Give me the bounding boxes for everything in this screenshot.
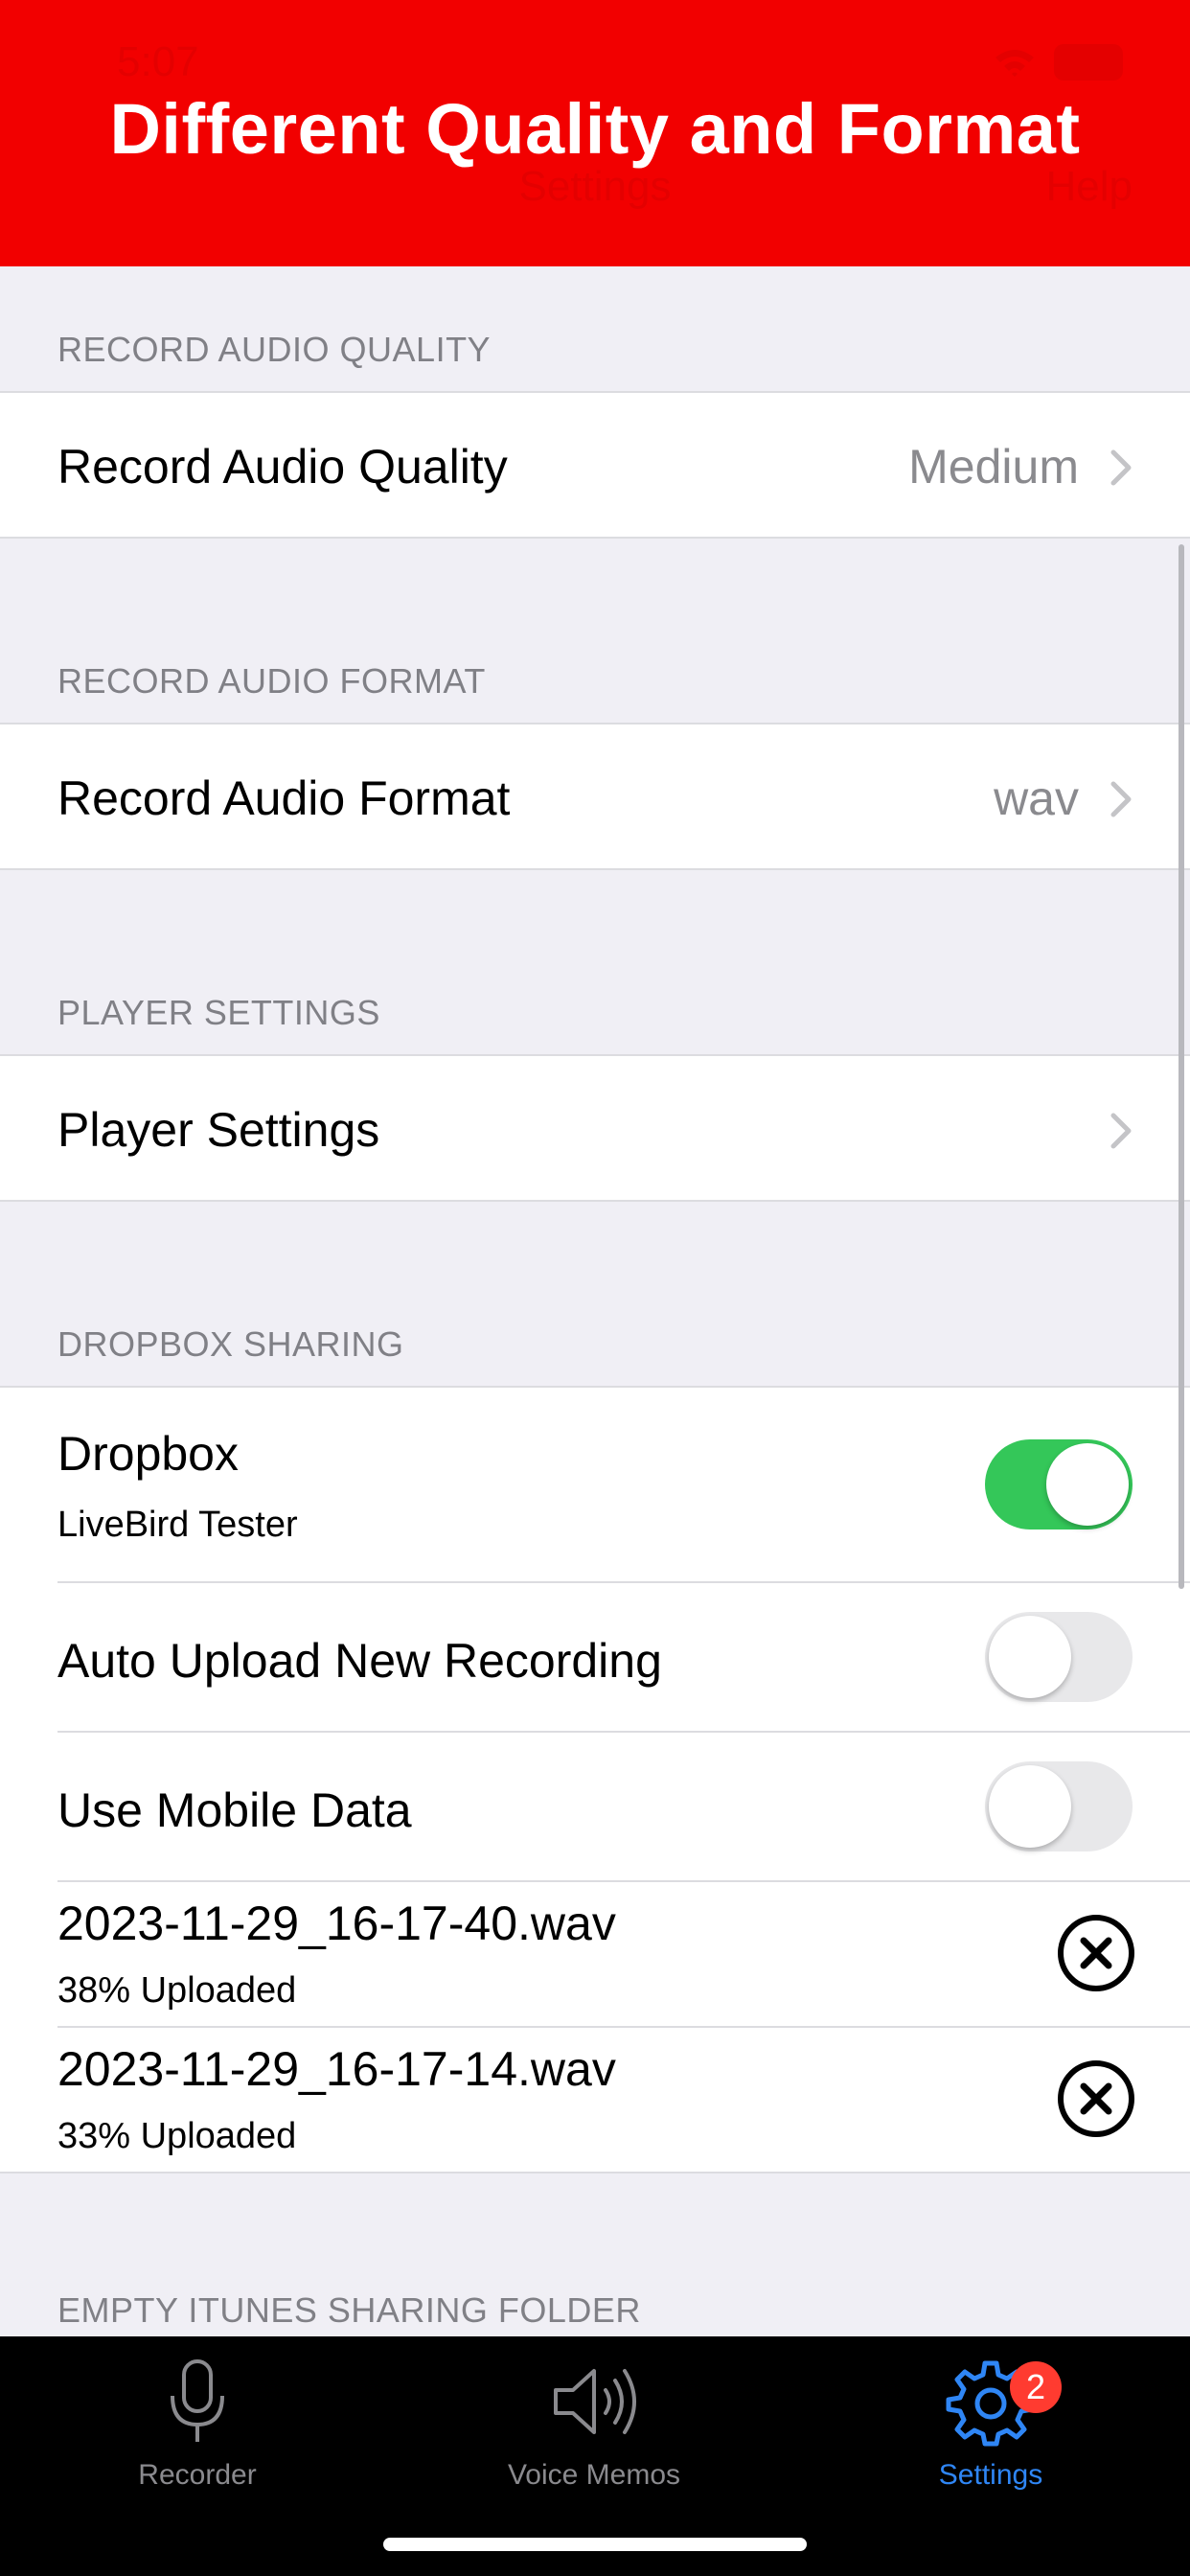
chevron-right-icon <box>1110 781 1132 817</box>
row-title: Record Audio Quality <box>57 440 508 494</box>
battery-icon <box>1054 44 1123 80</box>
wifi-icon <box>995 50 1034 77</box>
chevron-right-icon <box>1110 1113 1132 1149</box>
settings-list[interactable]: RECORD AUDIO QUALITY Record Audio Qualit… <box>0 266 1190 2336</box>
auto-upload-row: Auto Upload New Recording <box>0 1583 1190 1733</box>
mobile-data-title: Use Mobile Data <box>57 1783 412 1837</box>
row-title: Player Settings <box>57 1103 380 1157</box>
upload-item: 2023-11-29_16-17-14.wav 33% Uploaded <box>0 2028 1190 2172</box>
upload-item: 2023-11-29_16-17-40.wav 38% Uploaded <box>0 1882 1190 2028</box>
status-time: 5:07 <box>117 38 199 85</box>
tab-recorder[interactable]: Recorder <box>54 2354 341 2507</box>
cancel-upload-icon[interactable] <box>1056 1913 1136 1993</box>
dropbox-title: Dropbox <box>57 1427 239 1481</box>
tab-label: Settings <box>938 2459 1043 2491</box>
group-dropbox: Dropbox LiveBird Tester Auto Upload New … <box>0 1386 1190 2174</box>
notification-badge: 2 <box>1010 2361 1062 2413</box>
upload-progress: 38% Uploaded <box>57 1970 297 2011</box>
cancel-upload-icon[interactable] <box>1056 2058 1136 2139</box>
upload-filename: 2023-11-29_16-17-14.wav <box>57 2042 616 2096</box>
speaker-icon <box>554 2369 636 2434</box>
tab-voice-memos[interactable]: Voice Memos <box>450 2354 738 2507</box>
group-format: Record Audio Format wav <box>0 723 1190 870</box>
row-title: Record Audio Format <box>57 771 511 825</box>
upload-progress: 33% Uploaded <box>57 2116 297 2156</box>
chevron-right-icon <box>1110 449 1132 486</box>
group-quality: Record Audio Quality Medium <box>0 391 1190 539</box>
group-player: Player Settings <box>0 1054 1190 1202</box>
promo-banner: 5:07 Settings Help Different Quality and… <box>0 0 1190 266</box>
tab-label: Recorder <box>138 2459 257 2491</box>
mobile-data-row: Use Mobile Data <box>0 1733 1190 1882</box>
dropbox-toggle[interactable] <box>985 1439 1133 1530</box>
dropbox-account-name: LiveBird Tester <box>57 1505 298 1545</box>
record-audio-quality-row[interactable]: Record Audio Quality Medium <box>0 393 1190 537</box>
record-audio-format-row[interactable]: Record Audio Format wav <box>0 724 1190 868</box>
mobile-data-toggle[interactable] <box>985 1761 1133 1852</box>
microphone-icon <box>171 2359 224 2442</box>
scrollbar[interactable] <box>1179 544 1184 1589</box>
nav-title: Settings <box>518 163 672 210</box>
home-indicator <box>383 2538 807 2551</box>
section-header-dropbox: DROPBOX SHARING <box>57 1324 404 1364</box>
section-header-itunes: EMPTY ITUNES SHARING FOLDER <box>57 2290 641 2330</box>
auto-upload-title: Auto Upload New Recording <box>57 1634 662 1688</box>
section-header-quality: RECORD AUDIO QUALITY <box>57 330 492 369</box>
settings-screen: 5:07 Settings Help Different Quality and… <box>0 0 1190 2576</box>
tab-label: Voice Memos <box>507 2459 681 2491</box>
row-value: wav <box>994 771 1079 825</box>
tab-settings[interactable]: Settings 2 <box>847 2354 1134 2507</box>
auto-upload-toggle[interactable] <box>985 1612 1133 1702</box>
row-value: Medium <box>908 440 1079 494</box>
player-settings-row[interactable]: Player Settings <box>0 1056 1190 1200</box>
dropbox-account-row[interactable]: Dropbox LiveBird Tester <box>0 1388 1190 1583</box>
upload-filename: 2023-11-29_16-17-40.wav <box>57 1897 616 1950</box>
section-header-player: PLAYER SETTINGS <box>57 993 380 1032</box>
section-header-format: RECORD AUDIO FORMAT <box>57 661 486 701</box>
help-button[interactable]: Help <box>1046 163 1133 211</box>
banner-title: Different Quality and Format <box>109 89 1081 169</box>
